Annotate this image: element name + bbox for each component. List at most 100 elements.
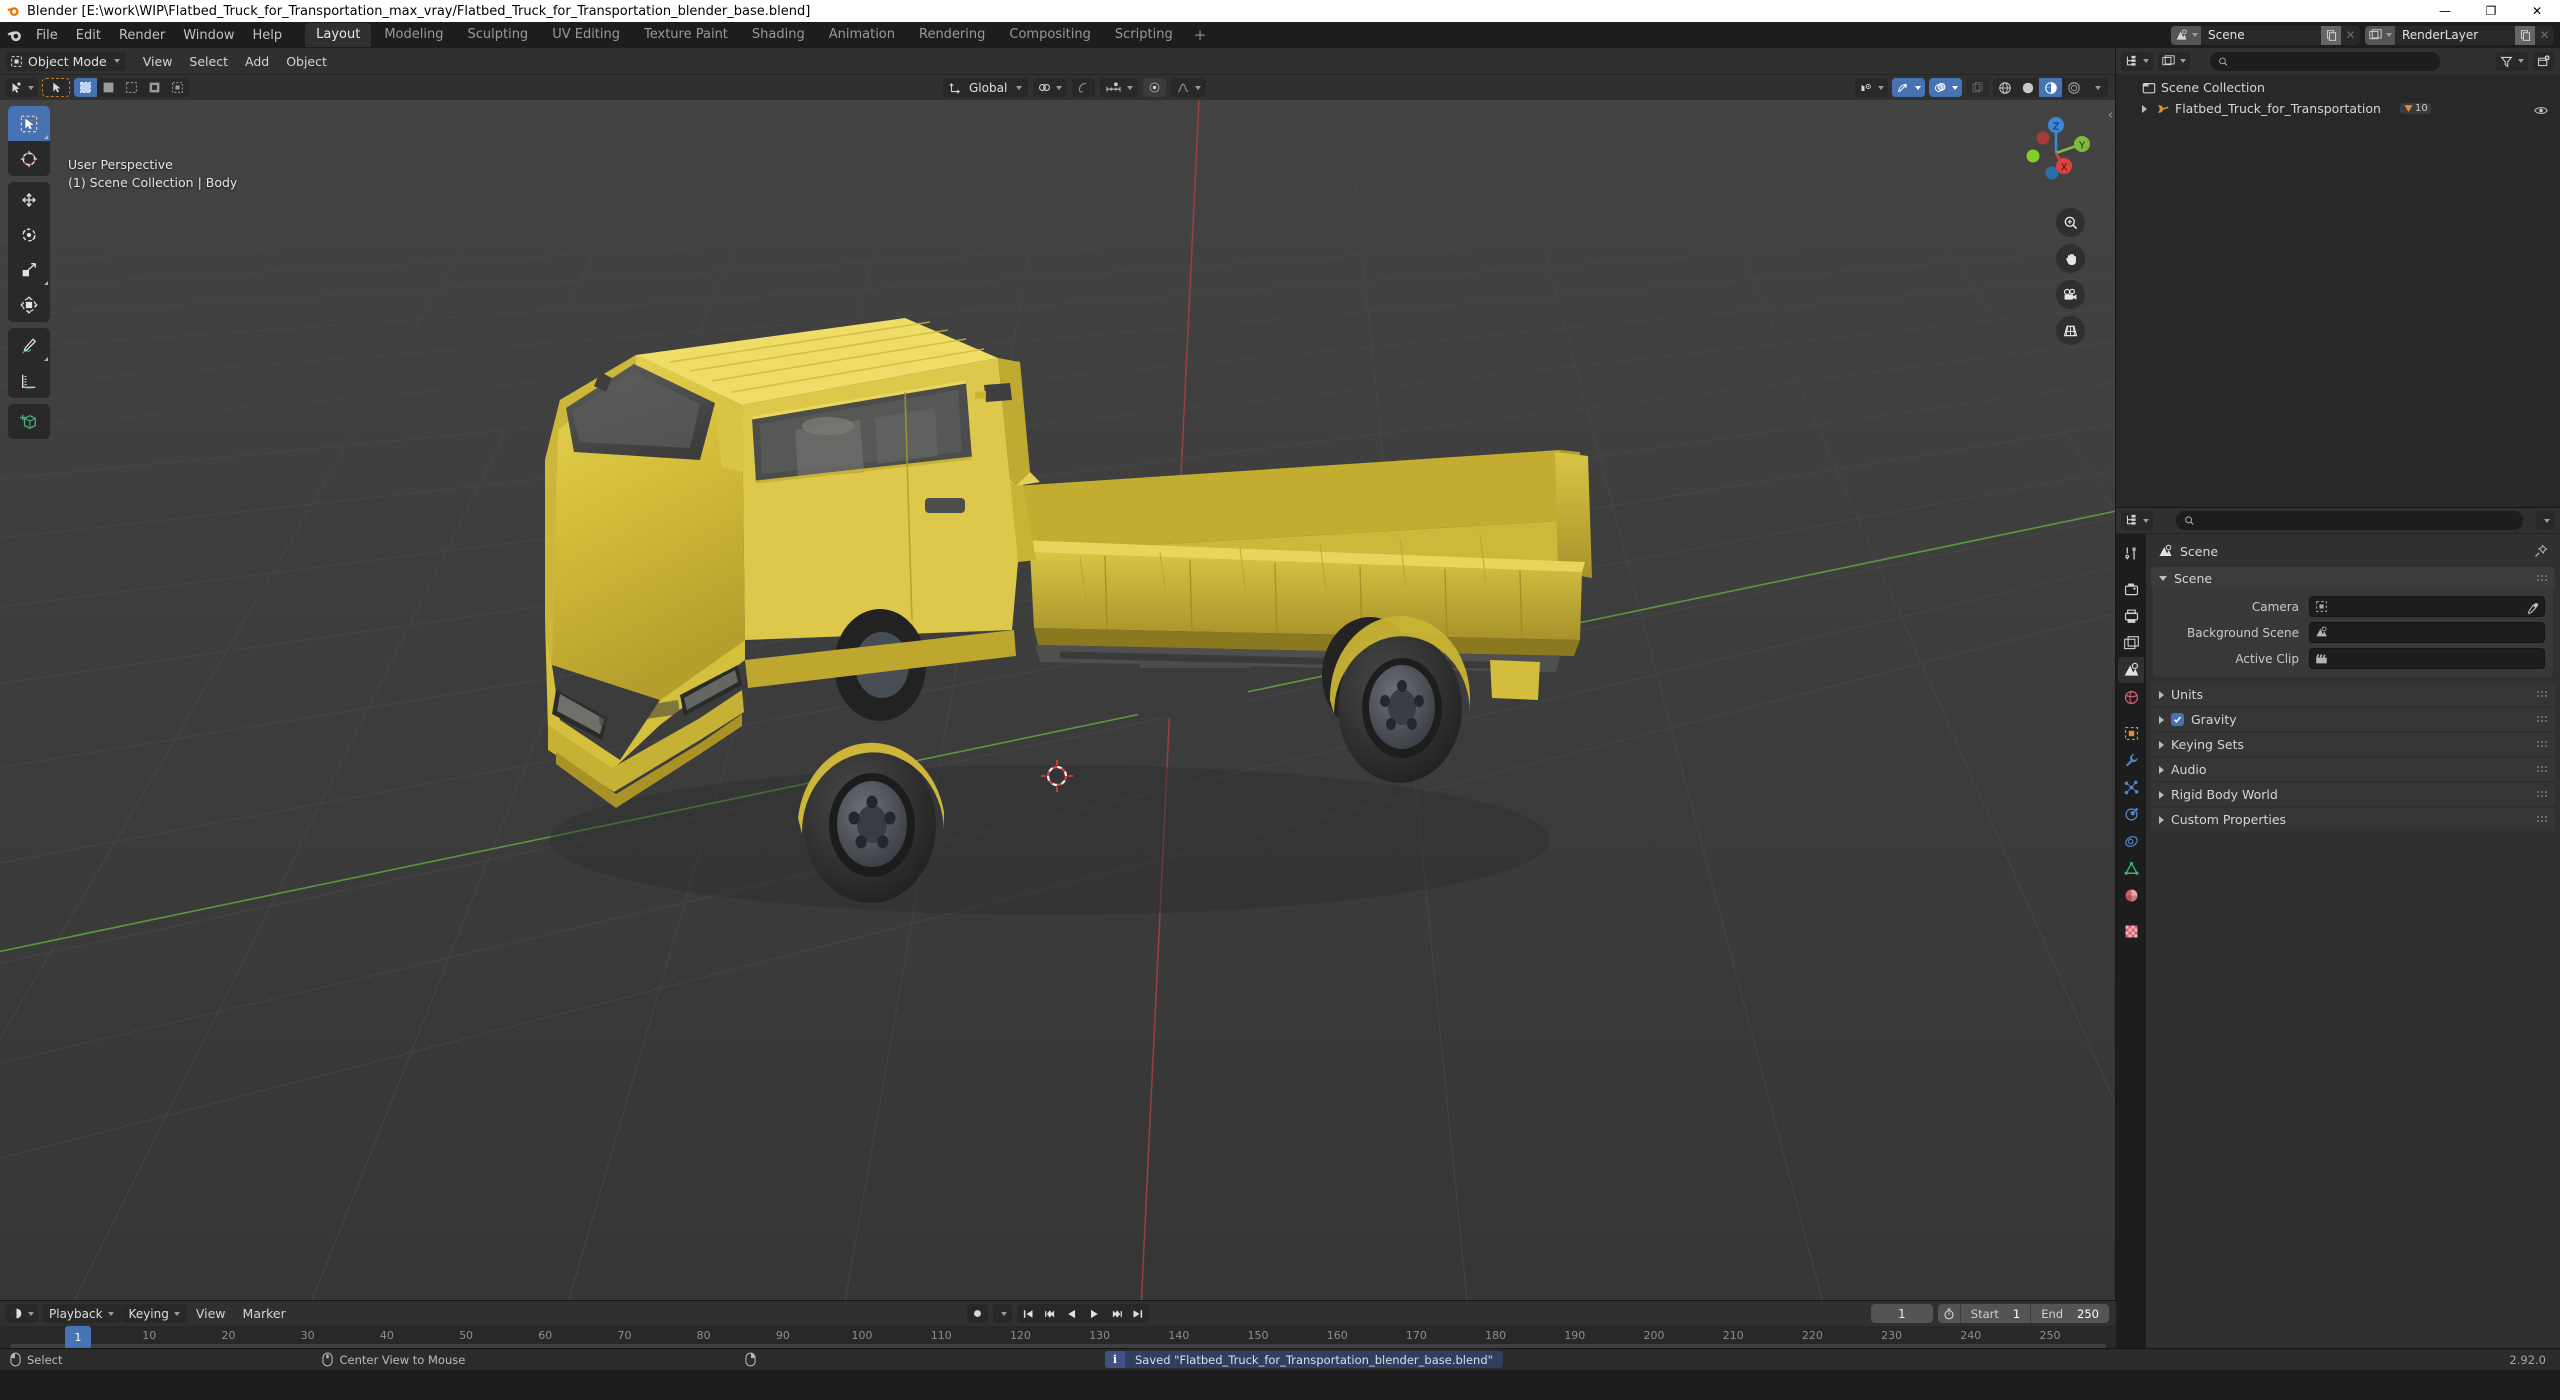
workspace-tab-uv-editing[interactable]: UV Editing xyxy=(541,23,631,47)
workspace-tab-sculpting[interactable]: Sculpting xyxy=(456,23,539,47)
panel-disclosure-gravity[interactable] xyxy=(2159,715,2164,724)
eyedropper-icon[interactable] xyxy=(2526,600,2539,619)
shading-dropdown-button[interactable] xyxy=(2085,78,2108,97)
properties-tab-scene[interactable] xyxy=(2118,657,2144,683)
properties-tab-view-layer[interactable] xyxy=(2118,630,2144,656)
next-keyframe-button[interactable] xyxy=(1105,1304,1127,1323)
active-clip-field[interactable] xyxy=(2309,648,2545,669)
camera-field[interactable] xyxy=(2309,596,2545,617)
end-frame-field[interactable]: End 250 xyxy=(2030,1304,2109,1323)
proportional-falloff-toggle[interactable] xyxy=(1143,78,1167,97)
interaction-mode-selector[interactable]: Object Mode xyxy=(6,51,126,71)
editor-type-selector[interactable] xyxy=(6,1304,38,1323)
tool-add-cube[interactable] xyxy=(8,404,50,439)
workspace-tab-compositing[interactable]: Compositing xyxy=(998,23,1102,47)
zoom-icon[interactable] xyxy=(2056,208,2085,237)
use-preview-range-icon[interactable] xyxy=(1937,1304,1960,1323)
sidebar-toggle-arrow[interactable]: ‹ xyxy=(2108,108,2113,123)
shading-wireframe-button[interactable] xyxy=(1993,78,2016,97)
maximize-button[interactable]: ❐ xyxy=(2468,0,2514,22)
menu-render[interactable]: Render xyxy=(110,25,174,46)
properties-search-input[interactable] xyxy=(2176,511,2523,530)
viewlayer-selector[interactable]: RenderLayer ✕ xyxy=(2365,25,2554,45)
workspace-tab-animation[interactable]: Animation xyxy=(818,23,906,47)
timeline-menu-view[interactable]: View xyxy=(188,1304,234,1323)
menu-file[interactable]: File xyxy=(27,25,67,46)
panel-header-units[interactable]: Units xyxy=(2151,683,2555,706)
properties-tab-object-data[interactable] xyxy=(2118,855,2144,881)
outliner-display-mode-selector[interactable] xyxy=(2158,51,2190,71)
panel-header-keying-sets[interactable]: Keying Sets xyxy=(2151,733,2555,756)
gravity-checkbox[interactable] xyxy=(2171,713,2184,726)
transform-orientation-selector[interactable]: Global xyxy=(943,78,1029,97)
outliner-row-truck-object[interactable]: Flatbed_Truck_for_Transportation 10 xyxy=(2116,98,2560,119)
gizmo-toggle-button[interactable] xyxy=(1892,78,1925,97)
properties-tab-material[interactable] xyxy=(2118,882,2144,908)
tool-rotate[interactable] xyxy=(8,217,50,252)
properties-editor-type-selector[interactable] xyxy=(2121,511,2153,530)
tool-transform[interactable] xyxy=(8,287,50,322)
minimize-button[interactable]: — xyxy=(2422,0,2468,22)
viewport-menu-add[interactable]: Add xyxy=(237,52,277,71)
tool-annotate[interactable] xyxy=(8,328,50,363)
select-set-button[interactable] xyxy=(74,78,97,97)
workspace-tab-shading[interactable]: Shading xyxy=(741,23,816,47)
pan-hand-icon[interactable] xyxy=(2056,244,2085,273)
scene-name[interactable]: Scene xyxy=(2201,25,2321,45)
perspective-toggle-icon[interactable] xyxy=(2056,316,2085,345)
viewport-menu-object[interactable]: Object xyxy=(278,52,335,71)
background-scene-field[interactable] xyxy=(2309,622,2545,643)
blender-menu-icon[interactable] xyxy=(4,25,24,45)
timeline-ruler[interactable]: 1 10 20 30 40 50 60 70 80 90 100 110 120 130 140 150 160… xyxy=(0,1326,2116,1349)
properties-tab-object[interactable] xyxy=(2118,720,2144,746)
timeline-menu-playback[interactable]: Playback xyxy=(42,1304,121,1323)
view-layer-icon[interactable] xyxy=(2365,25,2395,45)
pin-icon[interactable] xyxy=(2534,543,2548,562)
tool-cursor[interactable] xyxy=(8,141,50,176)
properties-tab-output[interactable] xyxy=(2118,603,2144,629)
snap-increment-selector[interactable] xyxy=(1100,78,1139,97)
xray-toggle-button[interactable] xyxy=(1966,78,1989,97)
shading-rendered-button[interactable] xyxy=(2062,78,2085,97)
viewlayer-remove-button[interactable]: ✕ xyxy=(2535,25,2554,45)
tool-measure[interactable] xyxy=(8,363,50,398)
current-frame-field[interactable]: 1 xyxy=(1870,1304,1933,1323)
properties-tab-modifiers[interactable] xyxy=(2118,747,2144,773)
falloff-curve-selector[interactable] xyxy=(1171,78,1207,97)
disclosure-triangle-truck[interactable] xyxy=(2138,104,2151,113)
outliner-editor-type-selector[interactable] xyxy=(2121,51,2153,71)
overlays-toggle-button[interactable] xyxy=(1929,78,1962,97)
properties-tab-physics[interactable] xyxy=(2118,801,2144,827)
outliner-row-scene-collection[interactable]: Scene Collection xyxy=(2116,77,2560,98)
object-type-visibility-button[interactable] xyxy=(1855,78,1888,97)
active-tool-icon[interactable] xyxy=(6,78,38,97)
properties-tab-tool[interactable] xyxy=(2118,540,2144,566)
select-intersect-button[interactable] xyxy=(166,78,189,97)
viewport-menu-view[interactable]: View xyxy=(135,52,181,71)
new-collection-icon[interactable] xyxy=(2533,51,2554,71)
properties-tab-render[interactable] xyxy=(2118,576,2144,602)
workspace-tab-scripting[interactable]: Scripting xyxy=(1104,23,1184,47)
tool-move[interactable] xyxy=(8,182,50,217)
snap-toggle-button[interactable] xyxy=(1033,78,1068,97)
visibility-eye-icon[interactable] xyxy=(2534,102,2548,121)
viewport-menu-select[interactable]: Select xyxy=(181,52,236,71)
panel-header-custom-properties[interactable]: Custom Properties xyxy=(2151,808,2555,831)
close-button[interactable]: ✕ xyxy=(2514,0,2560,22)
proportional-editing-toggle[interactable] xyxy=(1072,78,1096,97)
tool-select-box[interactable] xyxy=(8,106,50,141)
tweak-tool-button[interactable] xyxy=(42,78,70,97)
scene-icon[interactable] xyxy=(2171,25,2201,45)
menu-help[interactable]: Help xyxy=(244,25,292,46)
auto-keying-toggle[interactable] xyxy=(967,1304,988,1323)
panel-header-audio[interactable]: Audio xyxy=(2151,758,2555,781)
add-workspace-button[interactable]: + xyxy=(1186,24,1215,46)
properties-tab-constraints[interactable] xyxy=(2118,828,2144,854)
jump-to-end-button[interactable] xyxy=(1127,1304,1149,1323)
jump-to-start-button[interactable] xyxy=(1017,1304,1039,1323)
timeline-playhead[interactable]: 1 xyxy=(65,1326,91,1349)
panel-disclosure-audio[interactable] xyxy=(2159,765,2164,774)
panel-disclosure-scene[interactable] xyxy=(2159,576,2167,581)
panel-header-rigid-body-world[interactable]: Rigid Body World xyxy=(2151,783,2555,806)
camera-view-icon[interactable] xyxy=(2056,280,2085,309)
